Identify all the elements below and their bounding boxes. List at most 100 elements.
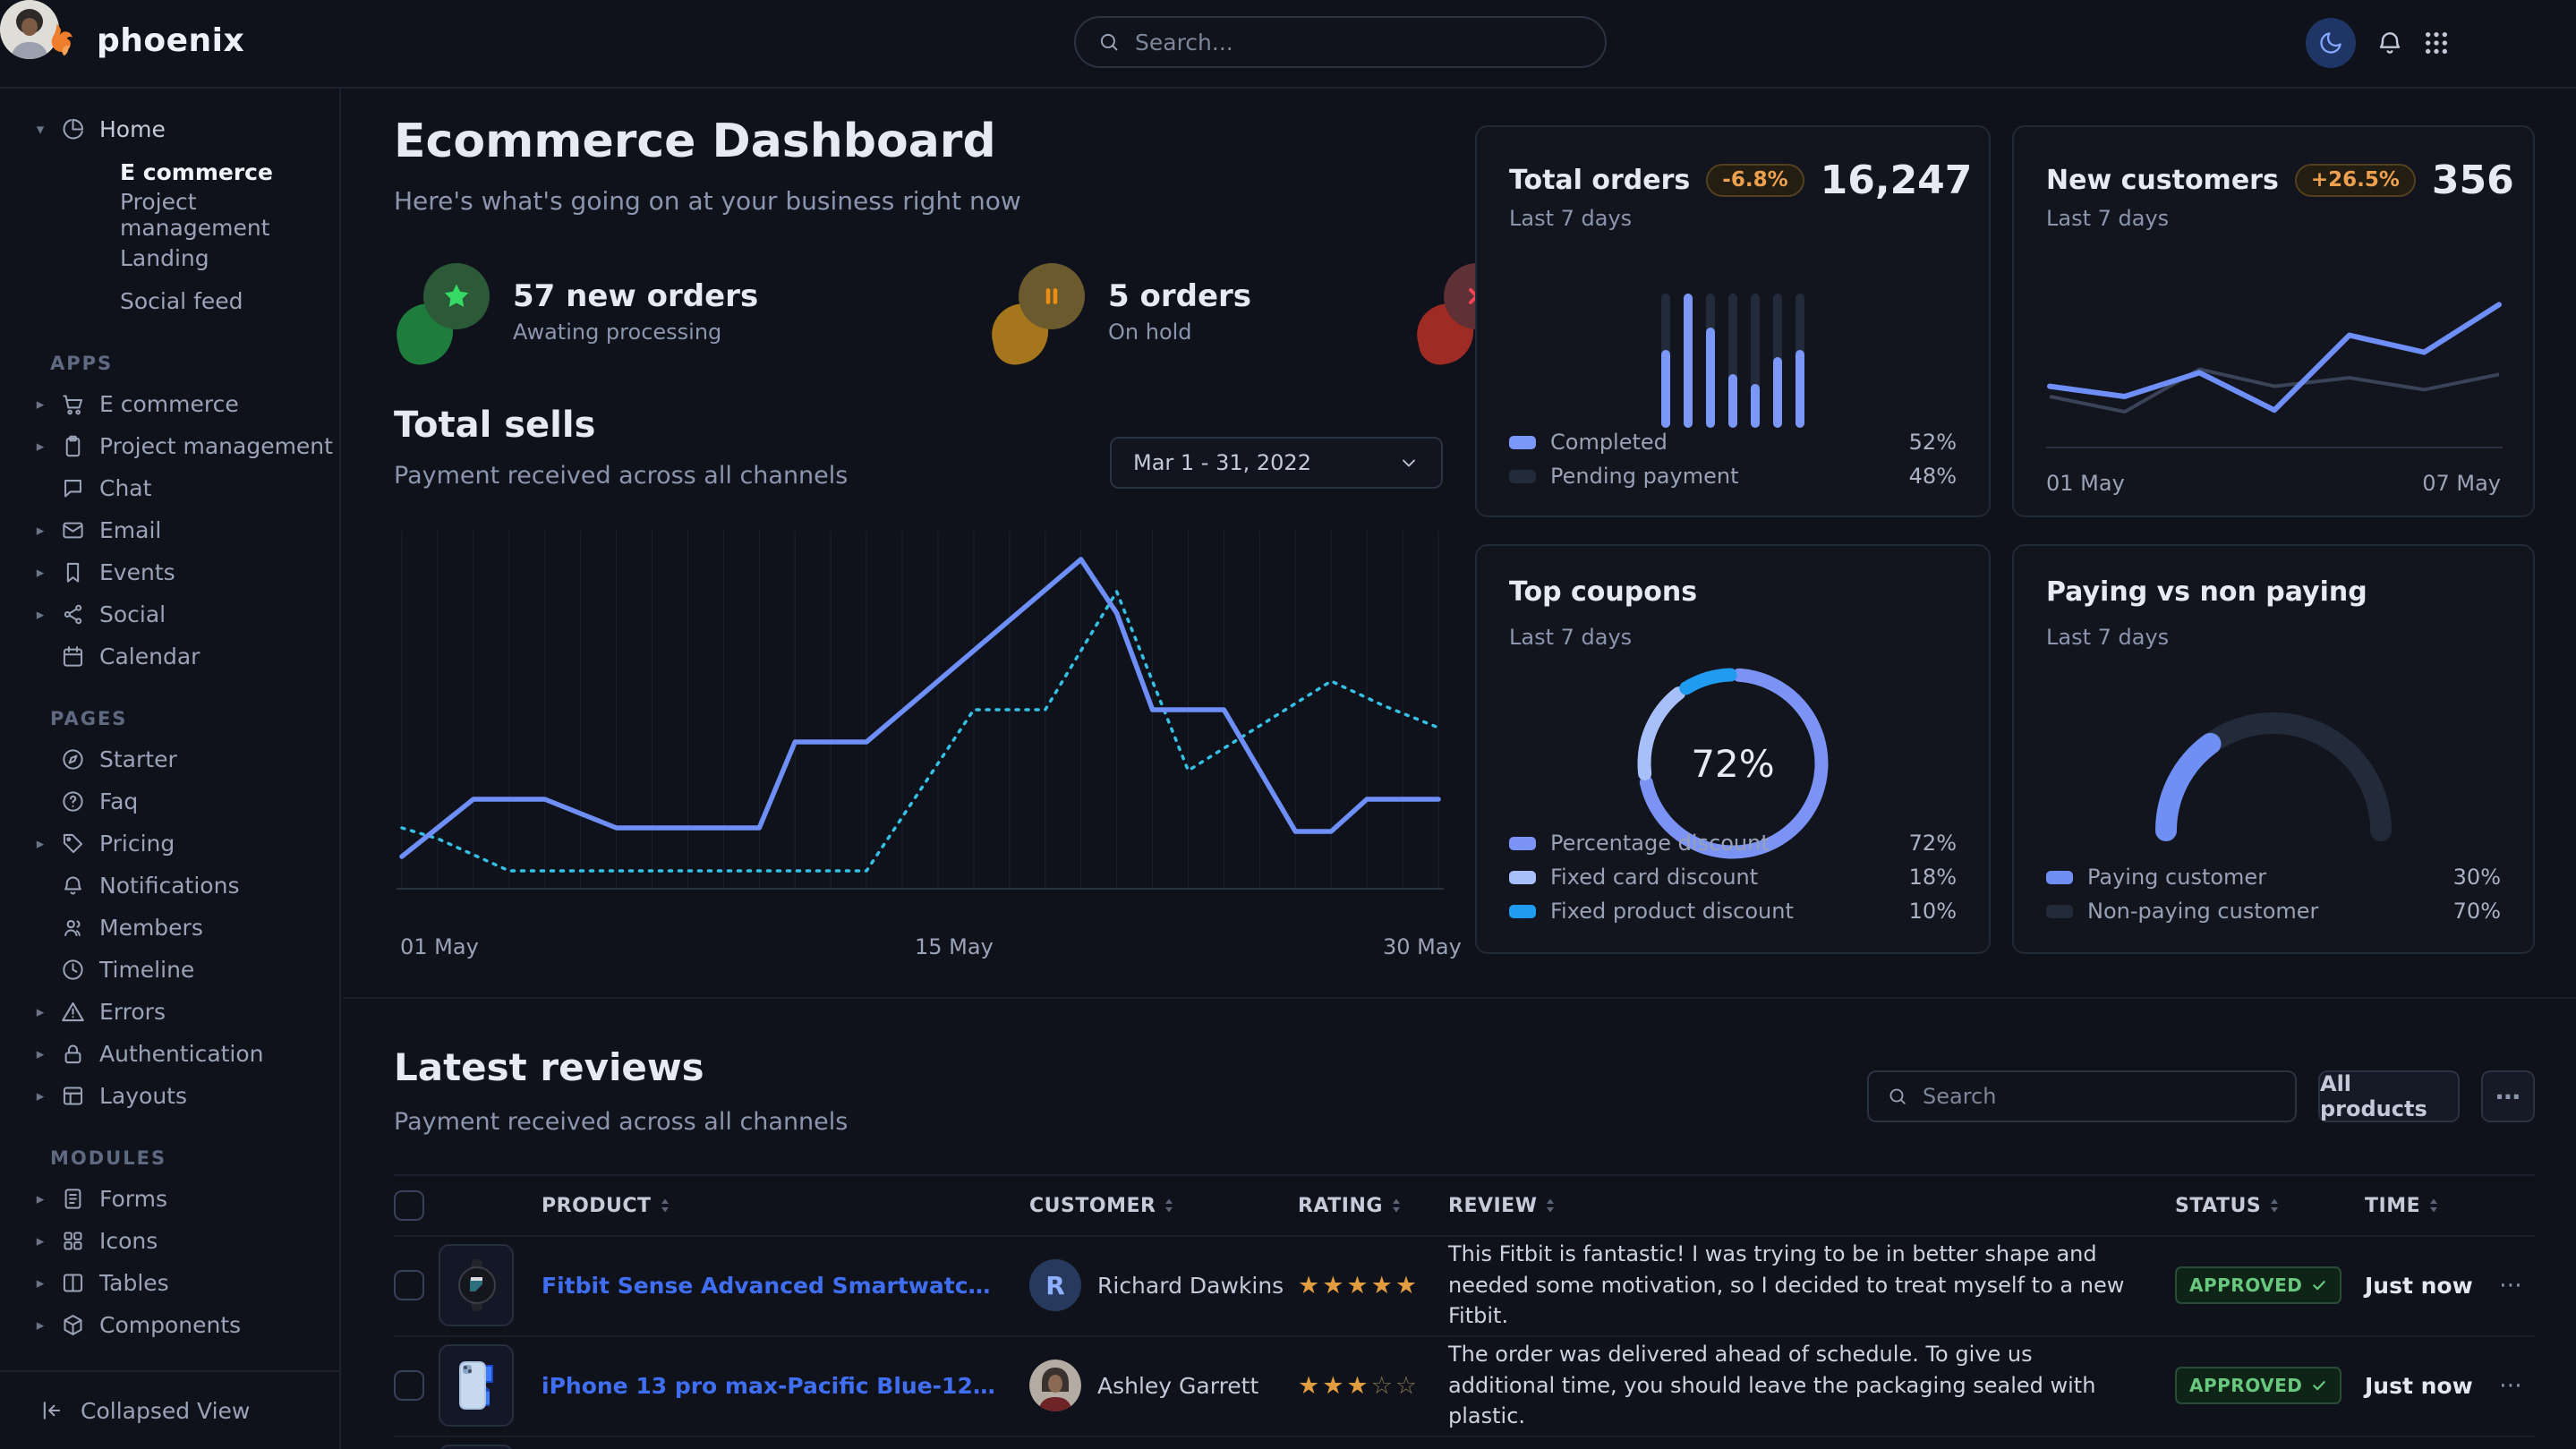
row-menu-button[interactable]: ⋯: [2499, 1372, 2535, 1399]
caret-right-icon: ▸: [34, 1317, 47, 1334]
sidebar-item-layouts[interactable]: ▸Layouts: [0, 1075, 339, 1117]
notifications-button[interactable]: [2365, 18, 2415, 68]
compass-icon: [61, 747, 85, 771]
sidebar-item-chat[interactable]: Chat: [0, 467, 339, 509]
chat-icon: [61, 476, 85, 500]
sidebar-item-email[interactable]: ▸Email: [0, 509, 339, 551]
review-row: iPhone 13 pro max-Pacific Blue-128GB sto…: [394, 1335, 2535, 1437]
caret-right-icon: ▸: [34, 1003, 47, 1021]
sidebar-item-project-management[interactable]: ▸Project management: [0, 425, 339, 467]
clock-icon: [61, 958, 85, 982]
sidebar-item-landing[interactable]: Landing: [0, 236, 339, 279]
product-link[interactable]: iPhone 13 pro max-Pacific Blue-128GB sto…: [542, 1373, 1029, 1399]
sidebar-item-authentication[interactable]: ▸Authentication: [0, 1033, 339, 1075]
paying-card: Paying vs non paying Last 7 days Paying …: [2012, 544, 2535, 954]
sidebar-item-calendar[interactable]: Calendar: [0, 635, 339, 678]
collapsed-view-toggle[interactable]: Collapsed View: [0, 1370, 339, 1449]
status-badge: APPROVED: [2175, 1367, 2341, 1404]
card-period: Last 7 days: [2046, 206, 2169, 231]
caret-right-icon: ▸: [34, 606, 47, 624]
all-products-button[interactable]: All products: [2318, 1070, 2460, 1122]
theme-toggle-button[interactable]: [2306, 18, 2356, 68]
star-icon: [441, 281, 472, 311]
trend-badge: -6.8%: [1706, 164, 1804, 197]
sidebar-item-forms[interactable]: ▸Forms: [0, 1178, 339, 1220]
sidebar-item-timeline[interactable]: Timeline: [0, 949, 339, 991]
x-tick-15may: 15 May: [915, 934, 994, 959]
sidebar-item-home[interactable]: ▾Home: [0, 108, 339, 150]
global-search[interactable]: [1074, 16, 1607, 68]
caret-right-icon: ▸: [34, 1232, 47, 1250]
sidebar-item-notifications[interactable]: Notifications: [0, 865, 339, 907]
sidebar-item-components[interactable]: ▸Components: [0, 1304, 339, 1346]
review-row-partial: [394, 1436, 2535, 1449]
row-checkbox[interactable]: [394, 1270, 424, 1300]
global-search-input[interactable]: [1133, 29, 1583, 56]
col-status[interactable]: STATUS: [2175, 1195, 2365, 1217]
sidebar-item-icons[interactable]: ▸Icons: [0, 1220, 339, 1262]
section-divider: [343, 997, 2576, 999]
x-tick-30may: 30 May: [1383, 934, 1462, 959]
reviews-more-button[interactable]: ⋯: [2481, 1070, 2535, 1122]
col-product[interactable]: PRODUCT: [542, 1195, 1029, 1217]
card-title: New customers: [2046, 165, 2279, 196]
sidebar-item-members[interactable]: Members: [0, 907, 339, 949]
reviews-search-input[interactable]: [1921, 1083, 2277, 1110]
product-thumbnail[interactable]: [439, 1445, 514, 1449]
sidebar: ▾HomeE commerceProject managementLanding…: [0, 89, 341, 1449]
order-bar: [1661, 294, 1670, 428]
sidebar-item-e-commerce[interactable]: ▸E commerce: [0, 383, 339, 425]
card-title: Total orders: [1509, 165, 1690, 196]
sidebar-item-tables[interactable]: ▸Tables: [0, 1262, 339, 1304]
date-range-select[interactable]: Mar 1 - 31, 2022: [1110, 437, 1443, 489]
top-coupons-card: Top coupons Last 7 days 72% Percentage d…: [1475, 544, 1991, 954]
order-bar: [1684, 294, 1693, 428]
sidebar-item-errors[interactable]: ▸Errors: [0, 991, 339, 1033]
apps-grid-icon: [2422, 29, 2451, 57]
customer-name: Richard Dawkins: [1097, 1273, 1284, 1299]
stat-orders-on-hold: 5 orders On hold: [992, 258, 1251, 365]
caret-right-icon: ▸: [34, 438, 47, 456]
sidebar-item-e-commerce[interactable]: E commerce: [0, 150, 339, 193]
sidebar-item-events[interactable]: ▸Events: [0, 551, 339, 593]
sidebar-item-pricing[interactable]: ▸Pricing: [0, 823, 339, 865]
select-all-checkbox[interactable]: [394, 1190, 424, 1221]
customer-avatar: [1029, 1360, 1081, 1411]
total-sells-title: Total sells: [394, 405, 595, 446]
apps-menu-button[interactable]: [2411, 18, 2461, 68]
row-checkbox[interactable]: [394, 1370, 424, 1401]
total-sells-subtitle: Payment received across all channels: [394, 462, 848, 490]
chevron-down-icon: [1398, 452, 1420, 473]
row-menu-button[interactable]: ⋯: [2499, 1272, 2535, 1299]
phoenix-flame-icon: [43, 20, 84, 61]
col-customer[interactable]: CUSTOMER: [1029, 1195, 1298, 1217]
sidebar-item-faq[interactable]: Faq: [0, 780, 339, 823]
product-thumbnail[interactable]: [439, 1244, 514, 1326]
order-bar: [1796, 294, 1804, 428]
col-rating[interactable]: RATING: [1298, 1195, 1448, 1217]
sidebar-item-social[interactable]: ▸Social: [0, 593, 339, 635]
mini-axis: 01 May 07 May: [2046, 471, 2501, 496]
product-thumbnail[interactable]: [439, 1344, 514, 1427]
calendar-icon: [61, 644, 85, 669]
sidebar-item-starter[interactable]: Starter: [0, 738, 339, 780]
col-review[interactable]: REVIEW: [1448, 1195, 2175, 1217]
col-time[interactable]: TIME: [2365, 1195, 2499, 1217]
brand-name: phoenix: [97, 22, 244, 59]
sidebar-item-social-feed[interactable]: Social feed: [0, 279, 339, 322]
trend-badge: +26.5%: [2295, 164, 2416, 197]
collapse-left-icon: [39, 1398, 64, 1423]
stat-caption: On hold: [1108, 320, 1251, 345]
reviews-search[interactable]: [1867, 1070, 2297, 1122]
caret-right-icon: ▸: [34, 522, 47, 540]
table-icon: [61, 1271, 85, 1295]
card-period: Last 7 days: [2046, 625, 2169, 650]
brand-logo[interactable]: phoenix: [43, 20, 244, 61]
paying-gauge-chart: [2139, 696, 2408, 844]
non-paying-swatch: [2046, 905, 2073, 918]
product-link[interactable]: Fitbit Sense Advanced Smartwatch with To…: [542, 1273, 1029, 1299]
page-title: Ecommerce Dashboard: [394, 115, 996, 168]
sidebar-item-project-management[interactable]: Project management: [0, 193, 339, 236]
caret-right-icon: ▸: [34, 1274, 47, 1292]
review-text: The order was delivered ahead of schedul…: [1448, 1339, 2175, 1432]
